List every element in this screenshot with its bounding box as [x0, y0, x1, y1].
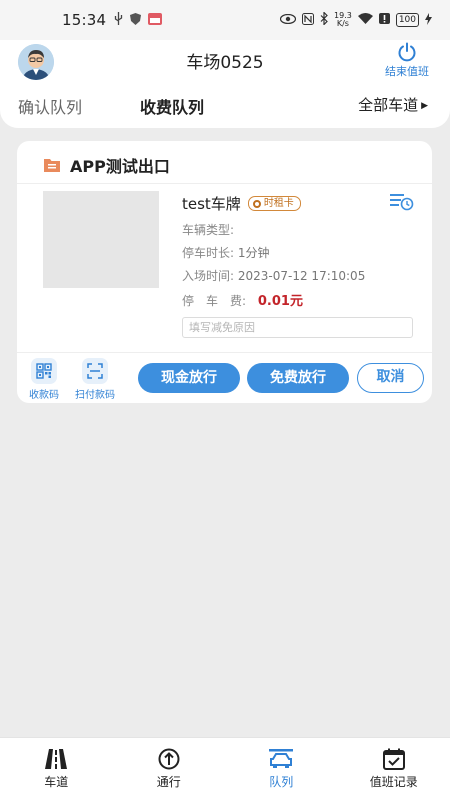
pass-icon: [158, 748, 180, 770]
fee-value: 0.01元: [257, 294, 303, 309]
queue-card: APP测试出口 test车牌 时租卡 车辆类型: 停车时长: 1分钟 入场时间:…: [17, 141, 432, 403]
header: 车场0525 结束值班 确认队列 收费队列 全部车道 ▶: [0, 40, 450, 128]
duration-value: 1分钟: [237, 246, 270, 260]
tab-confirm-queue[interactable]: 确认队列: [18, 94, 82, 118]
badge-dot-icon: [252, 199, 261, 208]
fee-label: 停 车 费:: [182, 294, 247, 308]
nav-label-pass: 通行: [156, 775, 181, 789]
bottom-nav: 车道 通行 队列 值班记录: [0, 737, 450, 800]
plate-number: test车牌: [182, 195, 241, 213]
fee-row: 停 车 费: 0.01元: [182, 290, 303, 309]
vehicle-type-label: 车辆类型:: [182, 223, 235, 237]
alert-icon: [378, 13, 390, 27]
entry-time-row: 入场时间: 2023-07-12 17:10:05: [182, 267, 365, 284]
cash-release-button[interactable]: 现金放行: [138, 363, 240, 393]
queue-icon: [269, 749, 294, 768]
reduction-reason-input[interactable]: [182, 317, 413, 338]
nav-label-shift-records: 值班记录: [369, 775, 418, 789]
all-lanes-label: 全部车道: [358, 96, 419, 114]
status-bar: 15:34 19.3 K/s 100: [0, 0, 450, 40]
triangle-right-icon: ▶: [421, 101, 428, 111]
status-time: 15:34: [62, 11, 107, 29]
all-lanes-dropdown[interactable]: 全部车道 ▶: [358, 94, 428, 115]
bluetooth-icon: [320, 11, 328, 28]
nfc-icon: [302, 12, 314, 28]
eye-icon: [279, 13, 297, 27]
vehicle-photo[interactable]: [43, 191, 159, 288]
history-icon[interactable]: [390, 193, 414, 211]
free-release-button[interactable]: 免费放行: [247, 363, 349, 393]
shield-icon: [130, 11, 142, 29]
nav-item-shift-records[interactable]: 值班记录: [338, 738, 450, 800]
payment-qrcode-button[interactable]: 收款码: [17, 358, 72, 401]
tab-charge-queue[interactable]: 收费队列: [140, 94, 204, 118]
nav-item-queue[interactable]: 队列: [225, 738, 338, 800]
divider: [17, 352, 432, 353]
battery-indicator: 100: [395, 13, 419, 27]
network-speed: 19.3 K/s: [334, 11, 352, 28]
avatar[interactable]: [18, 44, 54, 80]
divider: [17, 183, 432, 184]
status-badge: 时租卡: [247, 196, 301, 211]
scan-payment-code-label: 扫付款码: [75, 390, 115, 401]
scan-icon: [87, 363, 103, 379]
app-screen: 15:34 19.3 K/s 100 车场0525 结束值班 确认队列 收费队列…: [0, 0, 450, 800]
vehicle-type-row: 车辆类型:: [182, 221, 234, 238]
end-shift-button[interactable]: 结束值班: [380, 42, 434, 79]
queue-tabs: 确认队列 收费队列 全部车道 ▶: [0, 94, 450, 120]
nav-label-lanes: 车道: [44, 775, 69, 789]
payment-qrcode-label: 收款码: [29, 390, 59, 401]
nav-item-lanes[interactable]: 车道: [0, 738, 113, 800]
power-icon: [398, 42, 416, 62]
charging-icon: [425, 12, 432, 28]
calendar-check-icon: [382, 748, 405, 770]
qrcode-icon: [36, 363, 52, 379]
duration-label: 停车时长:: [182, 246, 235, 260]
scan-payment-code-button[interactable]: 扫付款码: [67, 358, 123, 401]
app-notification-icon: [148, 11, 163, 29]
nav-item-pass[interactable]: 通行: [113, 738, 226, 800]
end-shift-label: 结束值班: [385, 65, 429, 78]
entry-time-value: 2023-07-12 17:10:05: [237, 269, 366, 283]
duration-row: 停车时长: 1分钟: [182, 244, 270, 261]
cancel-button[interactable]: 取消: [357, 363, 424, 393]
lane-icon: [45, 749, 68, 769]
entry-time-label: 入场时间:: [182, 269, 235, 283]
badge-label: 时租卡: [263, 198, 294, 209]
wifi-icon: [357, 13, 373, 27]
exit-name: APP测试出口: [70, 157, 170, 176]
usb-icon: [114, 11, 123, 29]
nav-label-queue: 队列: [269, 775, 294, 789]
exit-icon: [44, 159, 60, 172]
